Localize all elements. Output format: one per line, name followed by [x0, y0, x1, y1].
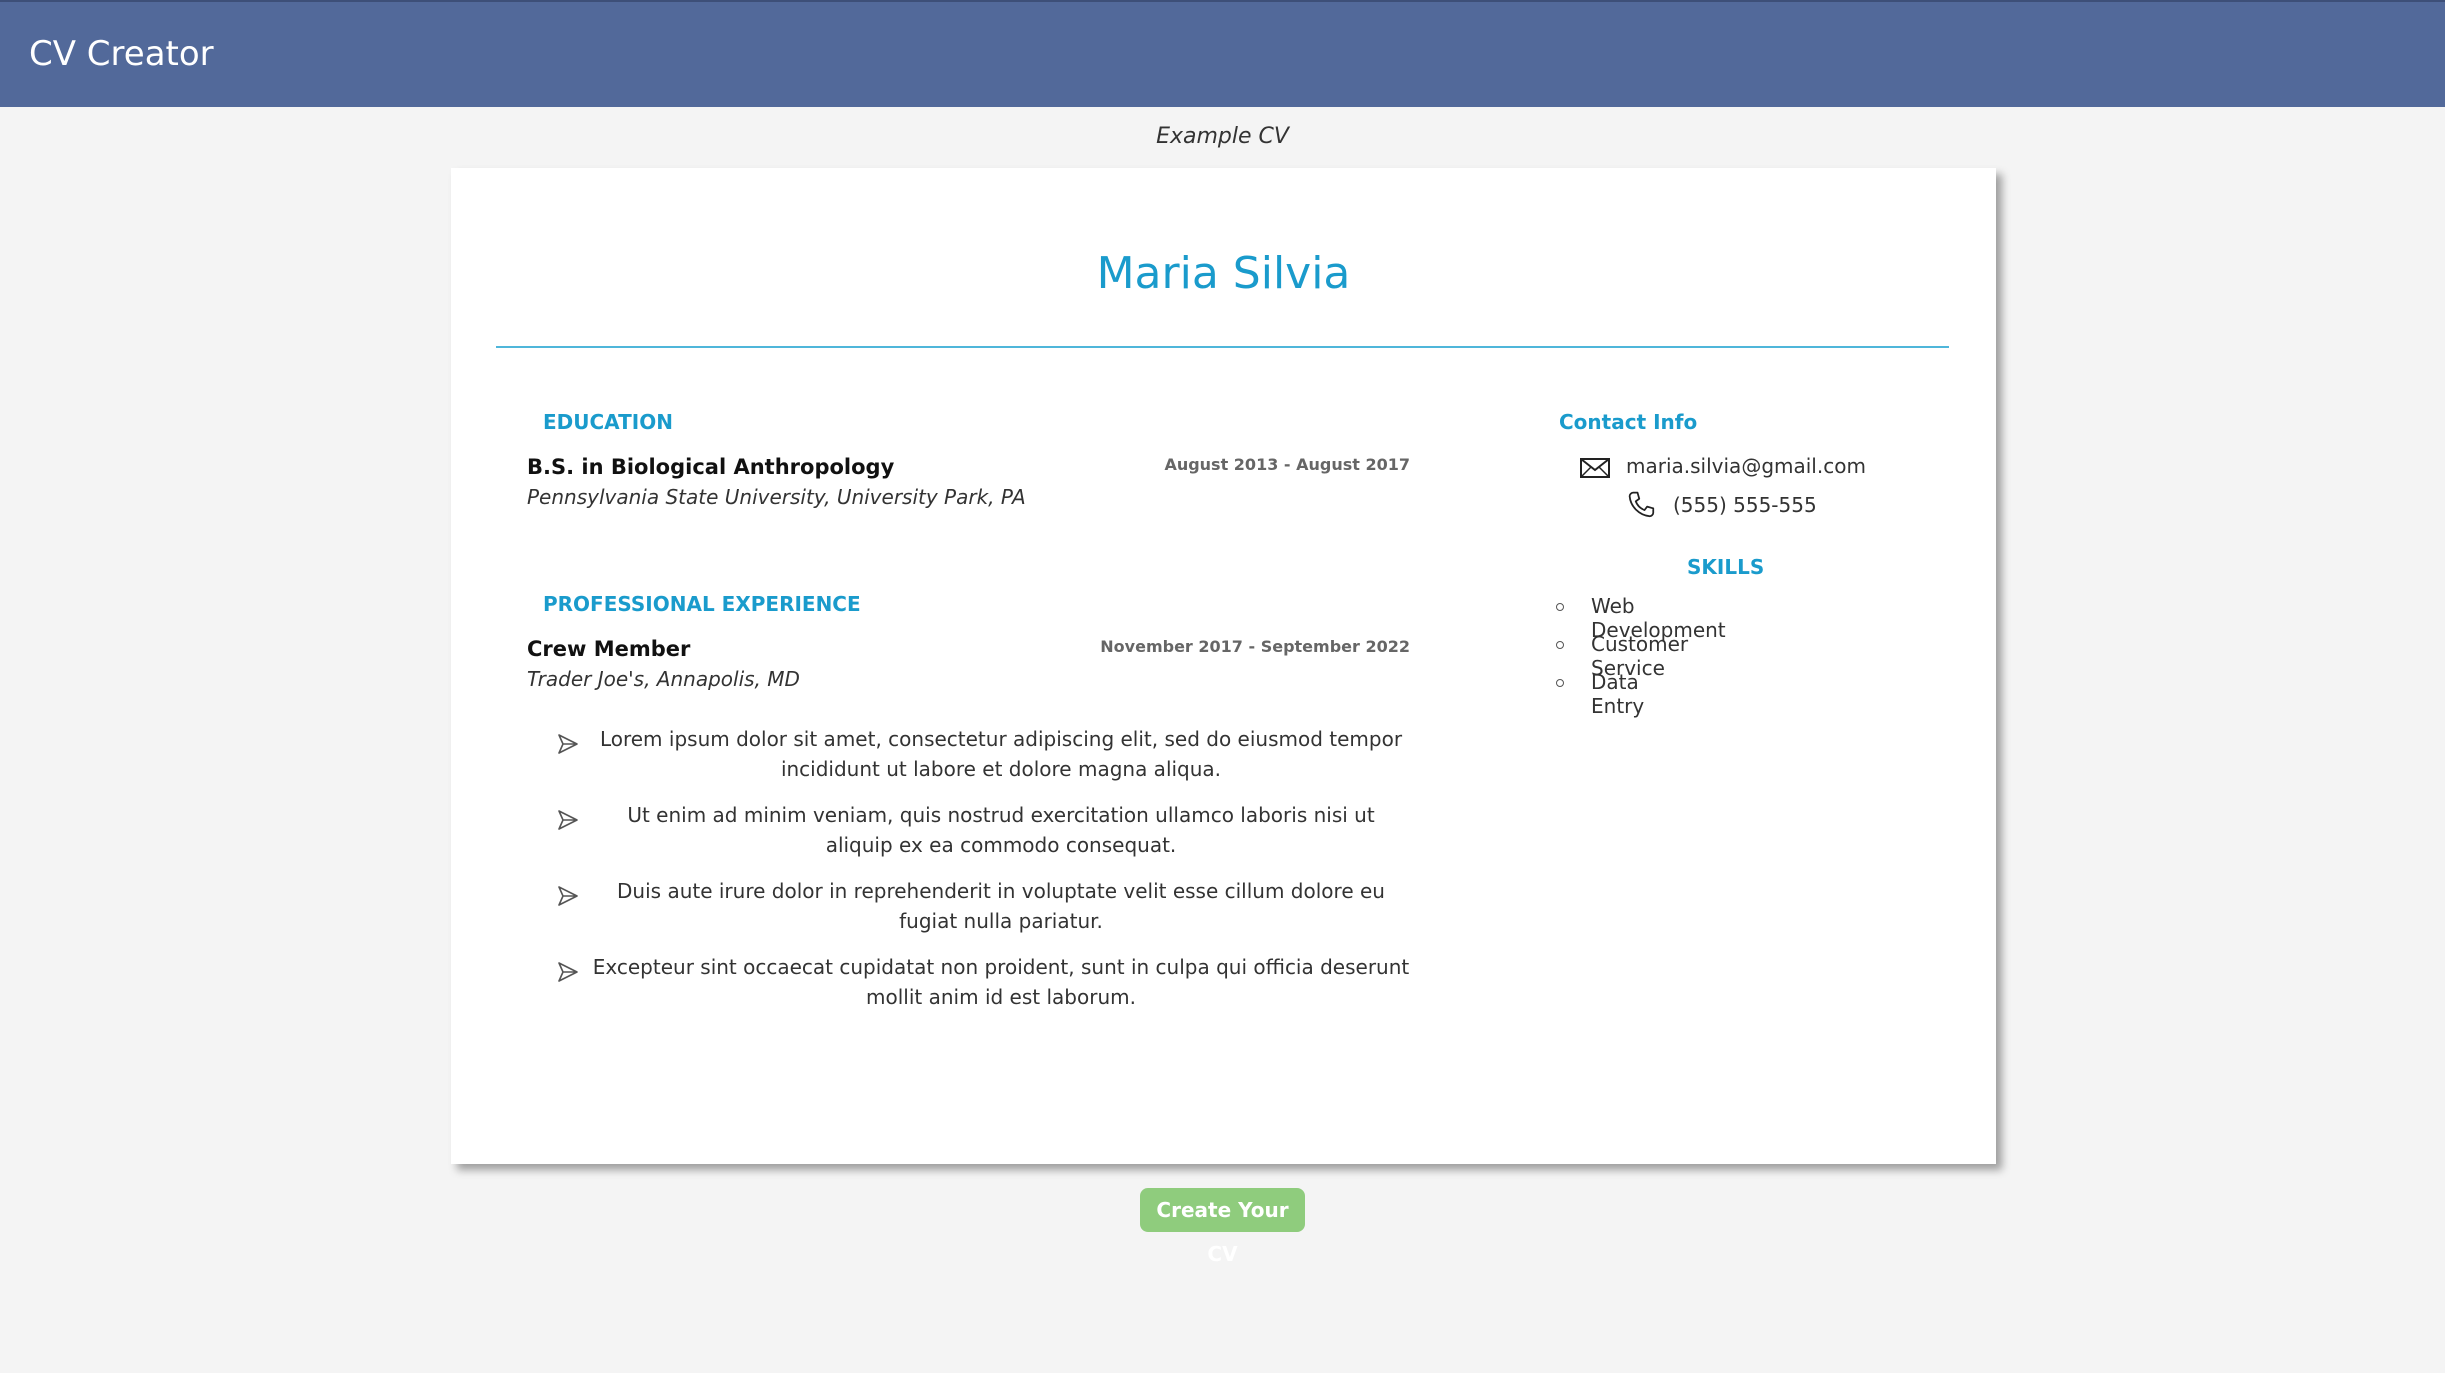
- cv-name: Maria Silvia: [1096, 248, 1351, 299]
- example-cv-caption: Example CV: [1156, 124, 1289, 149]
- list-item: Lorem ipsum dolor sit amet, consectetur …: [551, 724, 1411, 800]
- education-degree: B.S. in Biological Anthropology: [527, 455, 895, 479]
- envelope-icon: [1580, 458, 1610, 478]
- contact-phone: (555) 555-555: [1673, 493, 1817, 517]
- bullet-dot-icon: [1556, 679, 1564, 687]
- experience-company: Trader Joe's, Annapolis, MD: [527, 667, 800, 691]
- bullet-dot-icon: [1556, 641, 1564, 649]
- experience-heading: PROFESSIONAL EXPERIENCE: [543, 592, 861, 616]
- send-arrow-icon: [558, 810, 578, 830]
- bullet-text: Lorem ipsum dolor sit amet, consectetur …: [599, 727, 1403, 781]
- education-dates: August 2013 - August 2017: [1164, 455, 1410, 474]
- experience-role: Crew Member: [527, 637, 691, 661]
- bullet-dot-icon: [1556, 603, 1564, 611]
- bullet-text: Duis aute irure dolor in reprehenderit i…: [617, 879, 1385, 933]
- list-item: Ut enim ad minim veniam, quis nostrud ex…: [551, 800, 1411, 876]
- skill-label: Data Entry: [1591, 670, 1645, 718]
- top-nav-bar: CV Creator: [0, 0, 2445, 107]
- create-cv-button[interactable]: Create Your CV: [1140, 1188, 1305, 1266]
- bullet-text: Excepteur sint occaecat cupidatat non pr…: [592, 955, 1410, 1009]
- send-arrow-icon: [558, 962, 578, 982]
- contact-email: maria.silvia@gmail.com: [1626, 454, 1866, 478]
- list-item: Duis aute irure dolor in reprehenderit i…: [551, 876, 1411, 952]
- bullet-text: Ut enim ad minim veniam, quis nostrud ex…: [627, 803, 1375, 857]
- education-school: Pennsylvania State University, Universit…: [527, 485, 1026, 509]
- send-arrow-icon: [558, 734, 578, 754]
- list-item: Excepteur sint occaecat cupidatat non pr…: [551, 952, 1411, 1028]
- phone-icon: [1628, 491, 1655, 518]
- send-arrow-icon: [558, 886, 578, 906]
- contact-heading: Contact Info: [1559, 410, 1698, 434]
- skills-heading: SKILLS: [1687, 555, 1765, 579]
- name-divider: [496, 346, 1949, 348]
- cv-preview: Maria Silvia EDUCATION B.S. in Biologica…: [451, 168, 1996, 1164]
- app-title: CV Creator: [29, 34, 214, 74]
- experience-bullets: Lorem ipsum dolor sit amet, consectetur …: [551, 724, 1411, 1028]
- education-heading: EDUCATION: [543, 410, 673, 434]
- experience-dates: November 2017 - September 2022: [1100, 637, 1410, 656]
